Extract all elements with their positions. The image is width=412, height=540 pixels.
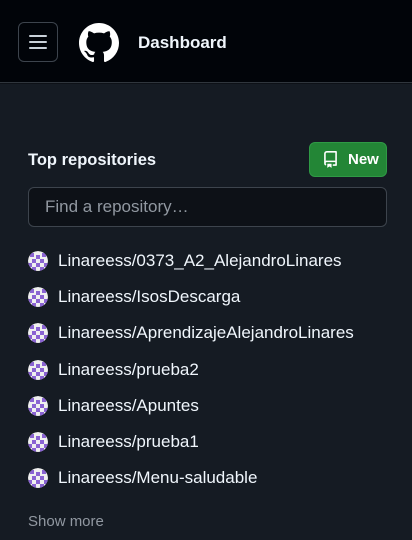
repository-link[interactable]: Linareess/prueba2 [58,360,199,380]
repository-list-item[interactable]: Linareess/Apuntes [28,388,354,424]
repository-link[interactable]: Linareess/Menu-saludable [58,468,257,488]
avatar [28,432,48,452]
repository-list: Linareess/0373_A2_AlejandroLinares Linar… [28,243,354,496]
hamburger-menu-button[interactable] [18,22,58,62]
top-header: Dashboard [0,0,412,83]
avatar [28,468,48,488]
repository-link[interactable]: Linareess/0373_A2_AlejandroLinares [58,251,342,271]
top-repositories-heading: Top repositories [28,151,157,169]
repository-list-item[interactable]: Linareess/AprendizajeAlejandroLinares [28,315,354,351]
avatar [28,396,48,416]
repository-list-item[interactable]: Linareess/Menu-saludable [28,460,354,496]
repository-link[interactable]: Linareess/IsosDescarga [58,287,240,307]
repository-list-item[interactable]: Linareess/IsosDescarga [28,279,354,315]
repository-link[interactable]: Linareess/prueba1 [58,432,199,452]
github-octocat-icon[interactable] [79,23,119,63]
avatar [28,287,48,307]
avatar [28,323,48,343]
repo-icon [324,151,337,168]
avatar [28,251,48,271]
repository-link[interactable]: Linareess/Apuntes [58,396,199,416]
hamburger-menu-icon [29,35,47,49]
new-repository-button[interactable]: New [309,142,387,177]
repository-list-item[interactable]: Linareess/0373_A2_AlejandroLinares [28,243,354,279]
repository-list-item[interactable]: Linareess/prueba2 [28,352,354,388]
find-repository-input[interactable] [28,187,387,227]
repository-link[interactable]: Linareess/AprendizajeAlejandroLinares [58,323,354,343]
new-button-label: New [348,151,379,168]
repository-list-item[interactable]: Linareess/prueba1 [28,424,354,460]
avatar [28,360,48,380]
page-title[interactable]: Dashboard [138,32,227,54]
show-more-button[interactable]: Show more [28,513,104,530]
